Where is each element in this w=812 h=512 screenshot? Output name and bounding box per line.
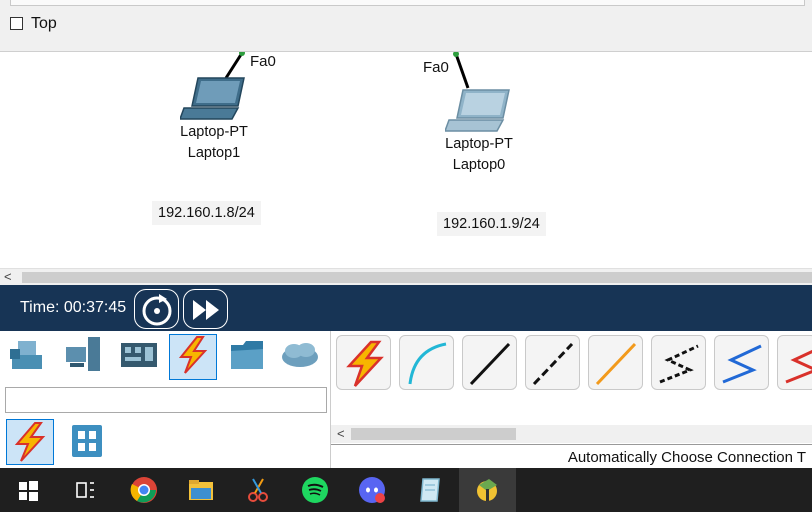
- connections-icon[interactable]: [173, 335, 213, 375]
- console-cable-button[interactable]: [399, 335, 454, 390]
- copper-cross-over-button[interactable]: [525, 335, 580, 390]
- serial-dte-button[interactable]: [777, 335, 812, 390]
- fast-forward-icon: [193, 300, 219, 320]
- serial-dte-icon: [785, 349, 812, 384]
- copper-straight-through-icon: [469, 342, 511, 386]
- copper-cross-over-icon: [532, 342, 574, 386]
- windows-taskbar: [0, 468, 812, 512]
- time-label: Time: 00:37:45: [20, 299, 127, 316]
- components-icon[interactable]: [119, 335, 159, 375]
- top-checkbox[interactable]: [10, 17, 23, 30]
- network-devices-icon[interactable]: [8, 335, 48, 375]
- console-cable-icon: [408, 342, 447, 385]
- device-search-input[interactable]: [5, 387, 327, 413]
- miscellaneous-icon[interactable]: [227, 335, 267, 375]
- task-view-icon[interactable]: [70, 475, 100, 505]
- reset-icon: [142, 294, 172, 326]
- scroll-thumb[interactable]: [351, 428, 516, 440]
- multiuser-icon[interactable]: [280, 335, 320, 375]
- automatic-connection-icon: [346, 340, 384, 387]
- laptop1-model: Laptop-PT: [180, 124, 248, 140]
- laptop0-ip-label[interactable]: 192.160.1.9/24: [437, 212, 546, 236]
- fast-forward-button[interactable]: [183, 289, 228, 329]
- subcategory-connections[interactable]: [6, 419, 54, 465]
- scroll-thumb[interactable]: [22, 272, 812, 283]
- notepad-icon[interactable]: [415, 475, 445, 505]
- workspace-horizontal-scrollbar[interactable]: <: [0, 268, 812, 285]
- laptop0-label[interactable]: Laptop-PT Laptop0: [419, 134, 539, 176]
- device-type-panel: [0, 331, 331, 468]
- spotify-icon[interactable]: [300, 475, 330, 505]
- realtime-bar: Time: 00:37:45: [0, 285, 812, 331]
- connections-horizontal-scrollbar[interactable]: <: [331, 425, 812, 443]
- laptop1-port-label: Fa0: [250, 53, 276, 70]
- serial-dce-button[interactable]: [714, 335, 769, 390]
- laptop1-name: Laptop1: [187, 145, 241, 161]
- connections-icon: [14, 422, 46, 462]
- serial-dce-icon: [722, 344, 762, 384]
- file-explorer-icon[interactable]: [186, 475, 216, 505]
- laptop0-icon[interactable]: [445, 88, 513, 134]
- top-panel: Top: [0, 0, 812, 52]
- laptop1-label[interactable]: Laptop-PT Laptop1: [154, 122, 274, 164]
- end-devices-icon[interactable]: [64, 335, 104, 375]
- laptop0-port-label: Fa0: [423, 59, 449, 76]
- connection-status-text: Automatically Choose Connection T: [567, 449, 806, 466]
- fiber-button[interactable]: [588, 335, 643, 390]
- snipping-tool-icon[interactable]: [243, 475, 273, 505]
- connection-status-bar: Automatically Choose Connection T: [331, 444, 812, 468]
- phone-cable-button[interactable]: [651, 335, 706, 390]
- laptop0-cable[interactable]: [450, 52, 474, 92]
- packet-tracer-icon[interactable]: [473, 475, 503, 505]
- power-cycle-button[interactable]: [134, 289, 179, 329]
- laptop0-name: Laptop0: [452, 157, 506, 173]
- scroll-left-icon[interactable]: <: [337, 426, 345, 441]
- discord-icon[interactable]: [357, 475, 387, 505]
- laptop1-ip-label[interactable]: 192.160.1.8/24: [152, 201, 261, 225]
- scroll-left-icon[interactable]: <: [4, 269, 12, 284]
- upper-field: [10, 0, 805, 6]
- laptop1-icon[interactable]: [180, 76, 248, 122]
- copper-straight-through-button[interactable]: [462, 335, 517, 390]
- chrome-icon[interactable]: [129, 475, 159, 505]
- automatic-connection-button[interactable]: [336, 335, 391, 390]
- laptop0-model: Laptop-PT: [445, 136, 513, 152]
- logical-workspace[interactable]: Fa0 Laptop-PT Laptop1 192.160.1.8/24 Fa0…: [0, 52, 812, 268]
- phone-cable-icon: [659, 344, 699, 384]
- connections-panel: < Automatically Choose Connection T: [331, 331, 812, 468]
- fiber-icon: [595, 342, 637, 386]
- grid-icon[interactable]: [70, 423, 104, 459]
- windows-start-icon[interactable]: [13, 475, 43, 505]
- top-checkbox-label: Top: [31, 15, 57, 32]
